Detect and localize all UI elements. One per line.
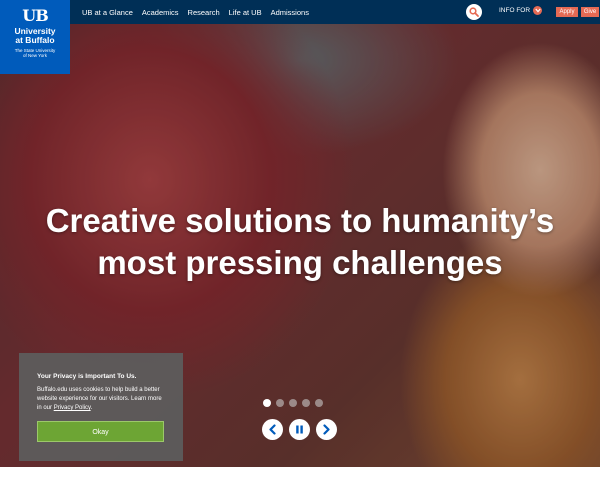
logo-name-line2: at Buffalo [15, 35, 55, 45]
nav-item-ub-at-a-glance[interactable]: UB at a Glance [82, 8, 133, 17]
ub-logo[interactable]: UB University at Buffalo The State Unive… [0, 0, 70, 74]
nav-item-life-at-ub[interactable]: Life at UB [229, 8, 262, 17]
carousel-dot-3[interactable] [289, 399, 297, 407]
carousel-dot-2[interactable] [276, 399, 284, 407]
logo-name: University at Buffalo [0, 27, 70, 45]
logo-sub-line2: of New York [22, 53, 47, 58]
carousel-dot-5[interactable] [315, 399, 323, 407]
pause-icon [296, 425, 303, 434]
main-nav: UB at a Glance Academics Research Life a… [82, 0, 309, 24]
carousel-pause-button[interactable] [289, 419, 310, 440]
okay-button[interactable]: Okay [37, 421, 164, 442]
apply-button[interactable]: Apply [556, 7, 578, 17]
info-for-dropdown[interactable]: INFO FOR [499, 6, 543, 15]
logo-subtitle: The State University of New York [0, 48, 70, 58]
carousel-next-button[interactable] [316, 419, 337, 440]
nav-item-academics[interactable]: Academics [142, 8, 179, 17]
ub-logo-mark: UB [22, 6, 48, 25]
carousel-dot-1[interactable] [263, 399, 271, 407]
chevron-down-icon [533, 6, 543, 15]
nav-item-research[interactable]: Research [188, 8, 220, 17]
carousel-dots [263, 399, 323, 407]
carousel-prev-button[interactable] [262, 419, 283, 440]
nav-item-admissions[interactable]: Admissions [271, 8, 309, 17]
privacy-title: Your Privacy is Important To Us. [37, 373, 137, 380]
hero-headline: Creative solutions to humanity’s most pr… [0, 200, 600, 284]
chevron-right-icon [323, 424, 330, 435]
search-icon [469, 7, 479, 17]
search-button[interactable] [466, 4, 482, 20]
hero-headline-line2: most pressing challenges [97, 244, 503, 281]
privacy-banner: Your Privacy is Important To Us. Buffalo… [19, 353, 183, 461]
info-for-label: INFO FOR [499, 7, 531, 14]
privacy-body: Buffalo.edu uses cookies to help build a… [37, 386, 167, 413]
privacy-body-suffix: . [90, 405, 93, 411]
below-hero-strip [0, 467, 600, 480]
give-button[interactable]: Give [581, 7, 599, 17]
top-bar: UB at a Glance Academics Research Life a… [0, 0, 600, 24]
privacy-policy-link[interactable]: Privacy Policy [54, 405, 91, 411]
chevron-left-icon [269, 424, 276, 435]
hero-headline-line1: Creative solutions to humanity’s [45, 202, 555, 239]
carousel-dot-4[interactable] [302, 399, 310, 407]
